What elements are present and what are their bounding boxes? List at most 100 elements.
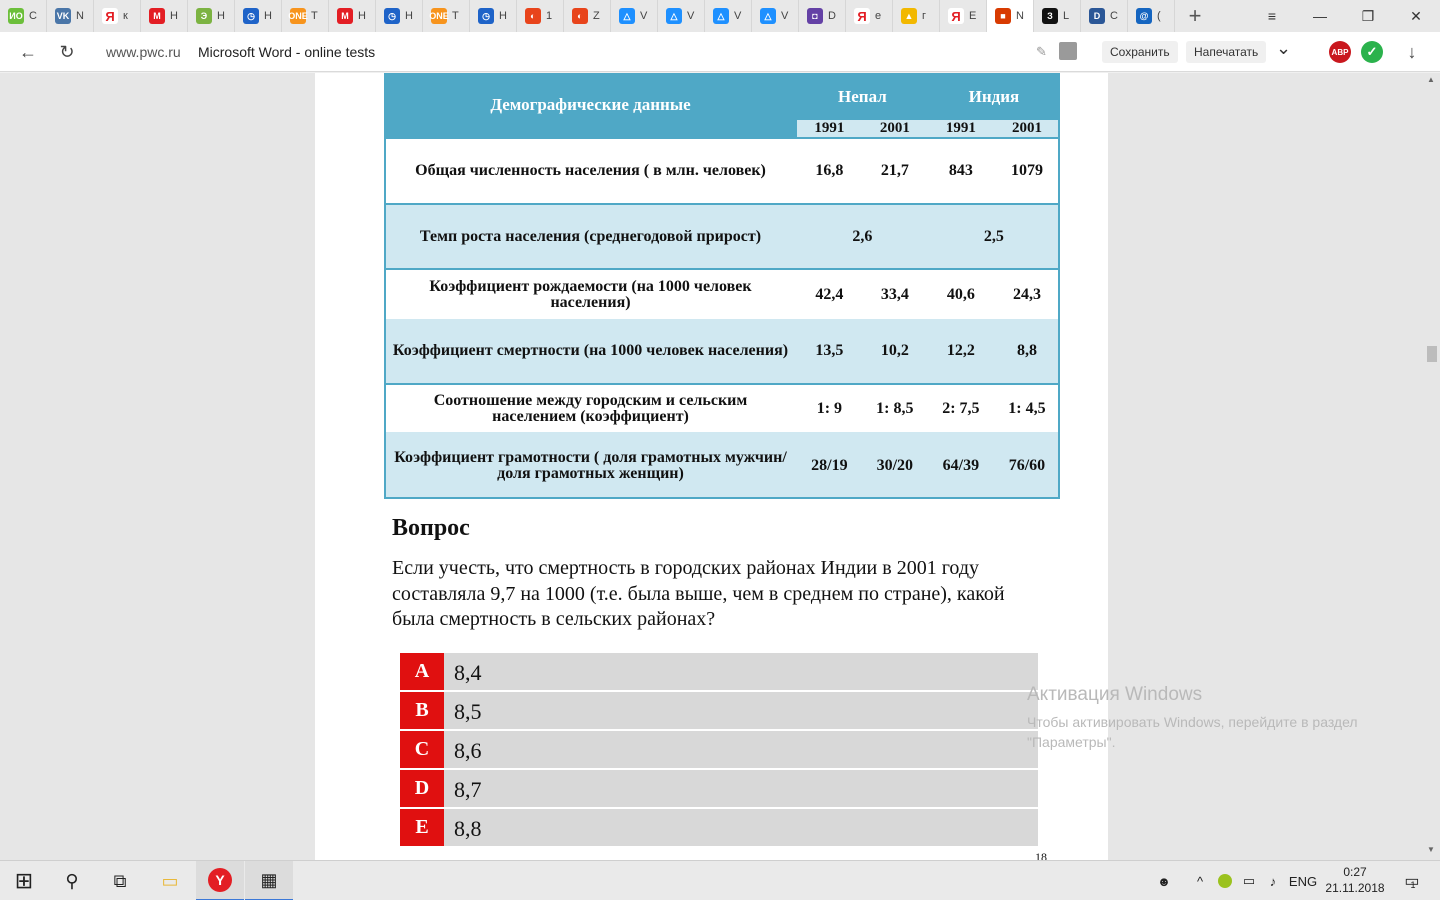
browser-tab[interactable]: MН: [141, 0, 188, 32]
browser-tab[interactable]: ◷ Н: [470, 0, 517, 32]
browser-tab[interactable]: ИО С: [0, 0, 47, 32]
system-clock[interactable]: 0:27 21.11.2018: [1322, 864, 1388, 896]
answer-option[interactable]: D 8,7: [400, 770, 1038, 807]
browser-menu-button[interactable]: ≡: [1248, 0, 1296, 32]
calculator-button[interactable]: ▦: [245, 861, 293, 900]
browser-tab[interactable]: Яе: [846, 0, 893, 32]
clock-date: 21.11.2018: [1325, 881, 1385, 895]
answer-letter: D: [400, 770, 444, 807]
table-cell: 30/20: [876, 456, 914, 474]
tab-favicon-icon: △: [619, 8, 635, 24]
close-button[interactable]: ✕: [1392, 0, 1440, 32]
answer-value: 8,8: [454, 816, 482, 841]
table-header-country: Индия: [927, 73, 1060, 120]
volume-button[interactable]: ♪: [1262, 861, 1284, 900]
tab-favicon-icon: З: [1042, 8, 1058, 24]
tab-title: Н: [358, 10, 366, 22]
lock-icon[interactable]: [1059, 42, 1077, 60]
tab-favicon-icon: Э: [196, 8, 212, 24]
browser-tab[interactable]: Як: [94, 0, 141, 32]
page-number: 18: [1035, 850, 1047, 860]
show-hidden-icons-button[interactable]: ^: [1190, 861, 1210, 900]
omnibox[interactable]: www.pwc.ru Microsoft Word - online tests…: [96, 36, 1306, 68]
answer-option[interactable]: A 8,4: [400, 653, 1038, 690]
reload-button[interactable]: ↻: [53, 38, 81, 66]
scroll-down-icon[interactable]: ▼: [1427, 845, 1435, 854]
browser-tab[interactable]: ЭН: [188, 0, 235, 32]
browser-tab[interactable]: ■ N: [987, 0, 1034, 32]
scroll-up-icon[interactable]: ▲: [1427, 75, 1435, 84]
tab-title: к: [123, 10, 128, 22]
network-button[interactable]: ▭: [1238, 861, 1260, 900]
language-label: ENG: [1288, 873, 1318, 889]
browser-tab[interactable]: @(: [1128, 0, 1175, 32]
tab-title: V: [734, 10, 742, 22]
browser-tab[interactable]: DС: [1081, 0, 1128, 32]
browser-tab[interactable]: ONE Т: [282, 0, 329, 32]
tab-favicon-icon: ▲: [901, 8, 917, 24]
adblock-icon[interactable]: ABP: [1329, 41, 1351, 63]
browser-tab[interactable]: △ V: [658, 0, 705, 32]
new-tab-button[interactable]: +: [1175, 0, 1215, 32]
tab-title: С: [1110, 10, 1118, 22]
browser-tab[interactable]: ◘ D: [799, 0, 846, 32]
browser-tab[interactable]: △ V: [752, 0, 799, 32]
table-cell: 1079: [993, 137, 1060, 204]
answer-option[interactable]: B 8,5: [400, 692, 1038, 729]
browser-tab[interactable]: ◷ Н: [376, 0, 423, 32]
print-button[interactable]: Напечатать: [1186, 41, 1267, 63]
taskbar: ⊞ ⚲ ⧉ ▭ Y ▦ ☻ ^ ▭ ♪ ENG 0:27 21.11.2018 …: [0, 860, 1440, 900]
vertical-scrollbar[interactable]: ▲ ▼: [1423, 73, 1440, 860]
browser-tab[interactable]: △ V: [705, 0, 752, 32]
chevron-down-icon[interactable]: ⌄: [1276, 38, 1291, 59]
search-button[interactable]: ⚲: [48, 861, 96, 900]
table-header-country: Непал: [797, 73, 928, 120]
task-view-button[interactable]: ⧉: [96, 861, 144, 900]
row-label: Коэффициент рождаемости (на 1000 человек…: [384, 268, 797, 319]
task-view-icon: ⧉: [113, 870, 127, 891]
back-button[interactable]: ←: [14, 38, 42, 66]
start-button[interactable]: ⊞: [0, 861, 48, 900]
table-row: Коэффициент смертности (на 1000 человек …: [384, 319, 1060, 384]
file-explorer-button[interactable]: ▭: [146, 861, 194, 900]
tab-favicon-icon: ONE: [288, 8, 308, 24]
tab-favicon-icon: ◷: [243, 8, 259, 24]
notifications-button[interactable]: ▭ 1: [1396, 861, 1424, 900]
table-cell: 33,4: [861, 268, 928, 319]
tray-app-button[interactable]: [1214, 861, 1236, 900]
table-cell: 28/19: [811, 456, 848, 474]
language-indicator[interactable]: ENG: [1288, 861, 1318, 900]
browser-tab[interactable]: ▲ г: [893, 0, 940, 32]
restore-button[interactable]: ❐: [1344, 0, 1392, 32]
browser-tab[interactable]: VK N: [47, 0, 94, 32]
minimize-button[interactable]: —: [1296, 0, 1344, 32]
answer-option[interactable]: C 8,6: [400, 731, 1038, 768]
windows-logo-icon: ⊞: [14, 868, 34, 893]
tab-favicon-icon: VK: [55, 8, 71, 24]
browser-tab[interactable]: ЯЕ: [940, 0, 987, 32]
tab-title: Т: [311, 10, 318, 22]
check-extension-icon[interactable]: ✓: [1361, 41, 1383, 63]
scrollbar-thumb[interactable]: [1427, 346, 1437, 362]
question-heading: Вопрос: [392, 515, 470, 541]
downloads-button[interactable]: ↓: [1398, 38, 1426, 66]
browser-tab[interactable]: ONE Т: [423, 0, 470, 32]
answer-option[interactable]: E 8,8: [400, 809, 1038, 846]
browser-tab[interactable]: ЗL: [1034, 0, 1081, 32]
table-cell: 76/60: [1008, 456, 1046, 474]
table-row: Темп роста населения (среднегодовой прир…: [384, 203, 1060, 269]
close-icon: ✕: [1410, 7, 1422, 24]
yandex-browser-button[interactable]: Y: [196, 861, 244, 900]
people-icon: ☻: [1157, 873, 1171, 889]
table-cell: 1: 9: [797, 383, 862, 432]
browser-tab[interactable]: △ V: [611, 0, 658, 32]
table-year-header: 1991: [927, 120, 994, 138]
pin-icon[interactable]: ✎: [1036, 44, 1047, 60]
people-button[interactable]: ☻: [1150, 861, 1178, 900]
browser-tab[interactable]: MН: [329, 0, 376, 32]
save-button[interactable]: Сохранить: [1102, 41, 1178, 63]
browser-tab[interactable]: ◷ Н: [235, 0, 282, 32]
browser-tab[interactable]: ◐ 1: [517, 0, 564, 32]
answer-letter: E: [400, 809, 444, 846]
browser-tab[interactable]: ◐ Z: [564, 0, 611, 32]
